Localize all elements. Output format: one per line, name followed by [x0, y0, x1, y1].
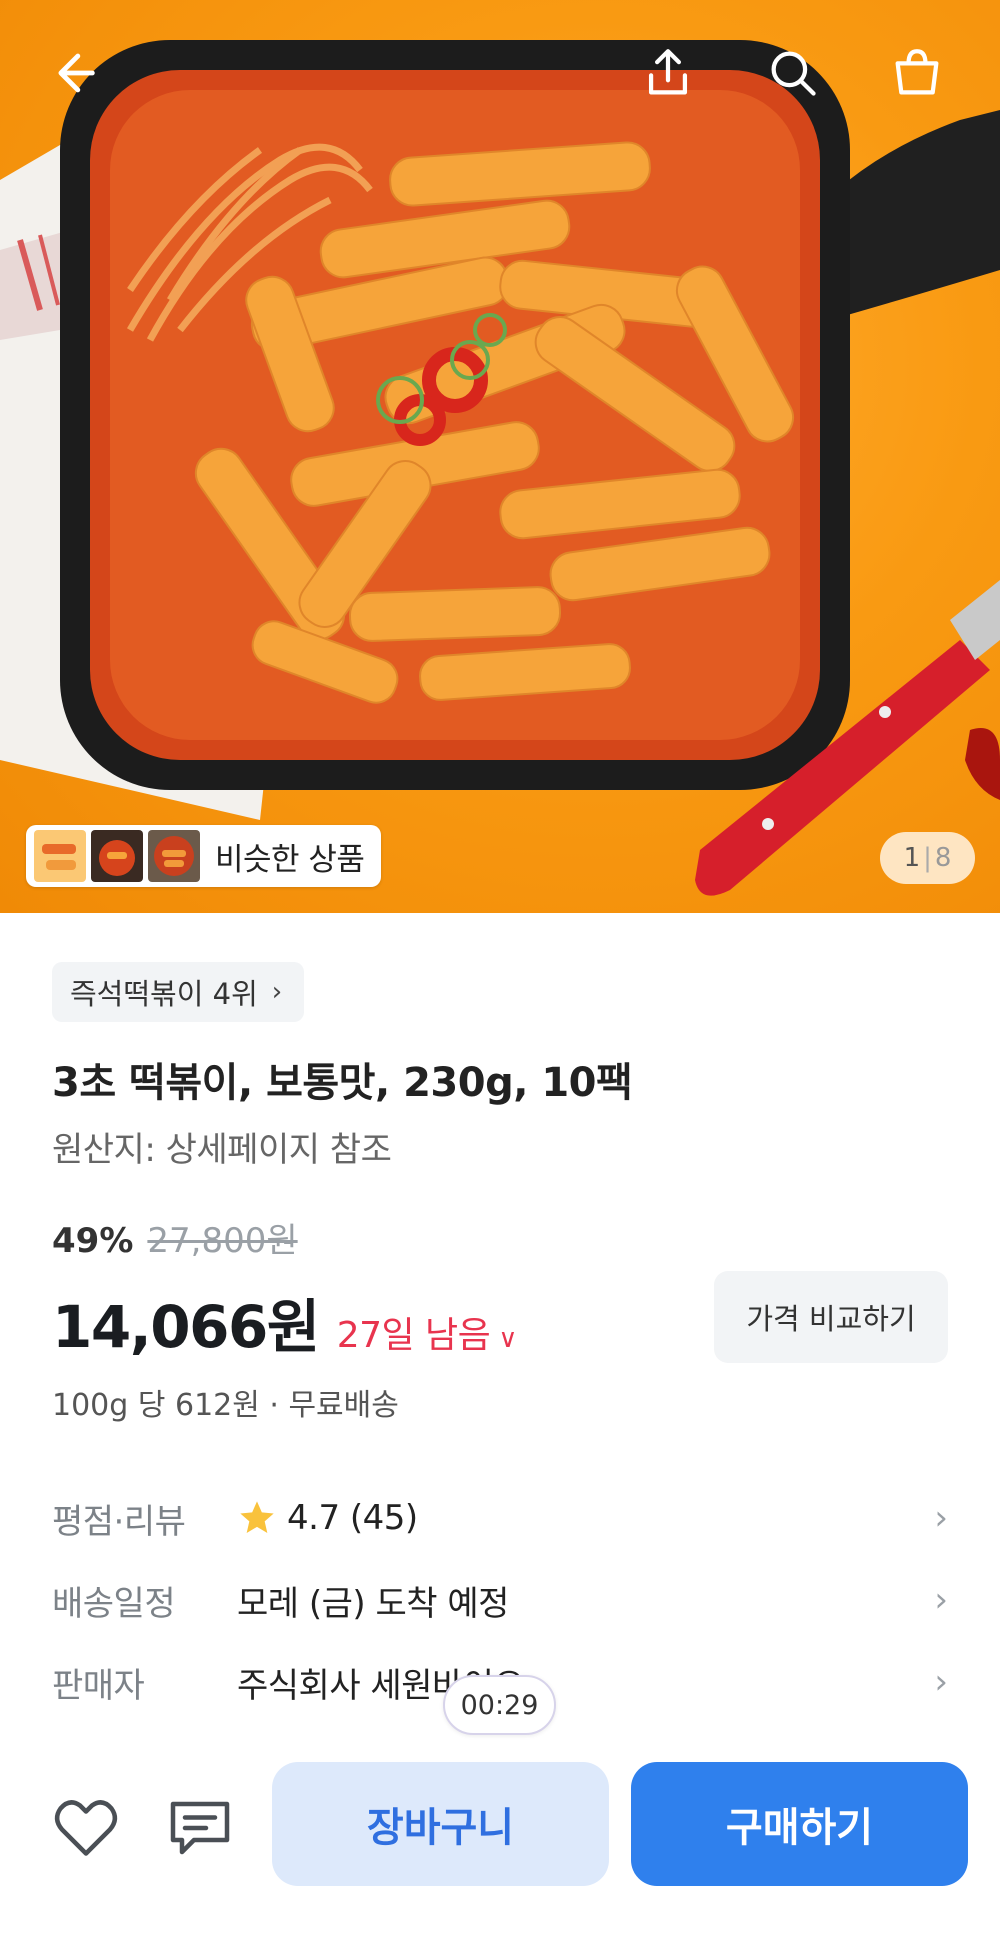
share-icon	[648, 49, 688, 95]
discount-row: 49% 27,800원	[52, 1213, 298, 1262]
similar-products-button[interactable]: 비슷한 상품	[26, 825, 381, 887]
similar-products-label: 비슷한 상품	[215, 841, 365, 878]
discount-rate: 49%	[52, 1221, 134, 1261]
image-pager: 1 | 8	[880, 832, 975, 884]
chevron-right-icon: ›	[271, 977, 283, 1007]
back-button[interactable]	[38, 38, 108, 108]
similar-thumb-3	[148, 830, 200, 882]
pager-total: 8	[934, 843, 952, 873]
similar-thumb-1	[34, 830, 86, 882]
rank-label: 즉석떡볶이 4위	[70, 977, 258, 1011]
buy-now-button[interactable]: 구매하기	[631, 1762, 968, 1886]
similar-thumb-2	[91, 830, 143, 882]
wishlist-button[interactable]	[46, 1788, 126, 1868]
unit-price-shipping: 100g 당 612원 · 무료배송	[52, 1388, 399, 1423]
sale-price: 14,066원	[52, 1293, 320, 1361]
seller-label: 판매자	[52, 1665, 145, 1706]
chevron-right-icon: ›	[934, 1498, 948, 1538]
heart-icon	[54, 1800, 118, 1856]
product-title: 3초 떡볶이, 보통맛, 230g, 10팩	[52, 1060, 633, 1106]
cart-button[interactable]	[882, 38, 952, 108]
product-image-carousel[interactable]: 비슷한 상품 1 | 8	[0, 0, 1000, 913]
add-to-cart-button[interactable]: 장바구니	[272, 1762, 609, 1886]
pager-separator: |	[923, 843, 932, 873]
rating-value: 4.7 (45)	[287, 1498, 418, 1538]
original-price: 27,800원	[147, 1221, 298, 1261]
price-row: 14,066원 27일 남음 ∨	[52, 1280, 517, 1364]
product-origin: 원산지: 상세페이지 참조	[52, 1130, 392, 1170]
product-photo	[0, 40, 1000, 896]
search-button[interactable]	[758, 38, 828, 108]
share-button[interactable]	[633, 38, 703, 108]
category-rank-badge[interactable]: 즉석떡볶이 4위 ›	[52, 962, 305, 1022]
deal-remaining-toggle[interactable]: 27일 남음 ∨	[336, 1306, 518, 1358]
delivery-schedule-row[interactable]: 배송일정 모레 (금) 도착 예정 ›	[52, 1570, 948, 1630]
delivery-value: 모레 (금) 도착 예정	[237, 1583, 509, 1624]
deal-remaining-label: 27일 남음	[336, 1315, 491, 1356]
chevron-right-icon: ›	[934, 1580, 948, 1620]
delivery-label: 배송일정	[52, 1583, 176, 1624]
arrow-left-icon	[58, 53, 95, 93]
chat-icon	[170, 1801, 230, 1855]
rating-review-row[interactable]: 평점·리뷰 4.7 (45) ›	[52, 1488, 948, 1548]
pager-current: 1	[903, 843, 921, 873]
seller-value: 주식회사 세원바이오	[237, 1665, 525, 1706]
search-icon	[771, 51, 816, 96]
rating-label: 평점·리뷰	[52, 1501, 186, 1542]
chat-inquiry-button[interactable]	[160, 1788, 240, 1868]
star-icon	[240, 1501, 274, 1533]
shopping-bag-icon	[895, 49, 939, 95]
price-compare-button[interactable]: 가격 비교하기	[714, 1271, 948, 1363]
timer-badge: 00:29	[443, 1675, 556, 1735]
chevron-down-icon: ∨	[498, 1324, 517, 1354]
chevron-right-icon: ›	[934, 1662, 948, 1702]
